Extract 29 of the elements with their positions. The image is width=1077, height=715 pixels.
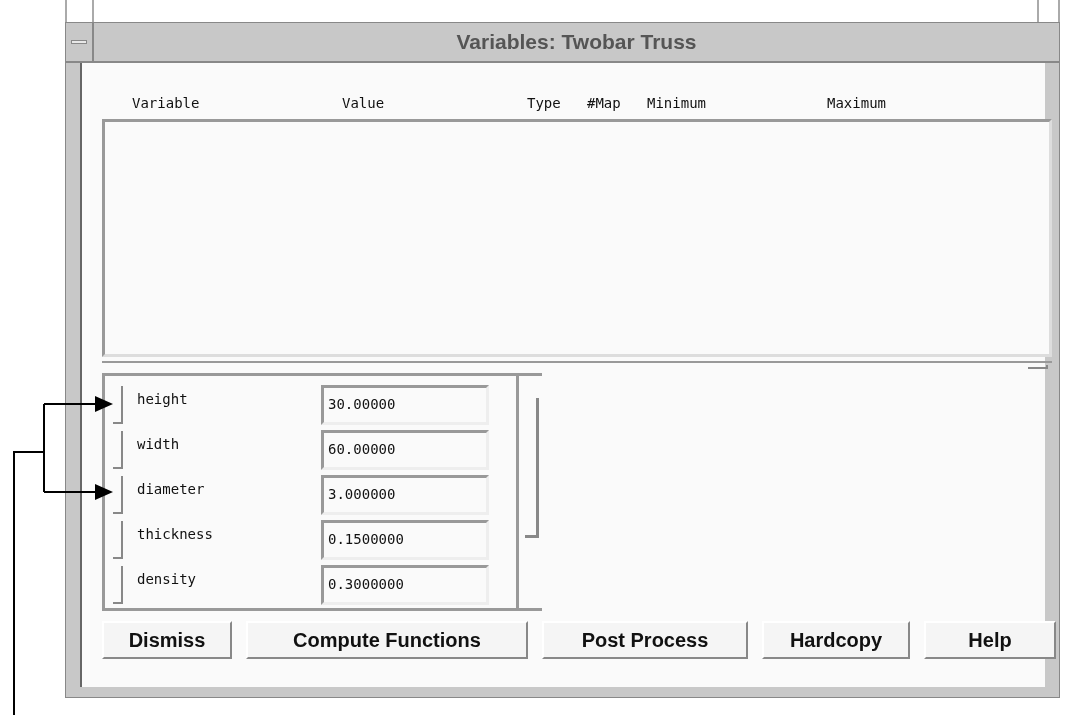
- column-header: Value: [342, 94, 385, 113]
- toggle-button[interactable]: [113, 520, 123, 559]
- action-button[interactable]: Help: [924, 621, 1056, 659]
- column-header: Type: [527, 94, 561, 113]
- value-field[interactable]: 60.00000: [321, 429, 489, 470]
- variable-name: diameter: [136, 480, 206, 499]
- value-field[interactable]: 30.00000: [321, 384, 489, 425]
- toggle-button[interactable]: [113, 430, 123, 469]
- variable-name: width: [136, 435, 181, 454]
- variable-name: thickness: [136, 525, 214, 544]
- toggle-button[interactable]: [113, 475, 123, 514]
- toggle-button[interactable]: [113, 385, 123, 424]
- action-button[interactable]: Dismiss: [102, 621, 232, 659]
- column-header: Minimum: [647, 94, 706, 113]
- action-button[interactable]: Compute Functions: [246, 621, 528, 659]
- action-button[interactable]: Post Process: [542, 621, 748, 659]
- window-title: Variables: Twobar Truss: [455, 29, 698, 56]
- variable-name: density: [136, 570, 197, 589]
- scroll-bar[interactable]: [516, 376, 542, 608]
- value-field[interactable]: 0.1500000: [321, 519, 489, 560]
- sash-handle[interactable]: [1028, 365, 1048, 369]
- column-header: Maximum: [827, 94, 886, 113]
- toggle-button[interactable]: [113, 565, 123, 604]
- action-button[interactable]: Hardcopy: [762, 621, 910, 659]
- column-header: Variable: [132, 94, 200, 113]
- variable-name: height: [136, 390, 189, 409]
- value-field[interactable]: 3.000000: [321, 474, 489, 515]
- column-header: #Map: [587, 94, 621, 113]
- value-field[interactable]: 0.3000000: [321, 564, 489, 605]
